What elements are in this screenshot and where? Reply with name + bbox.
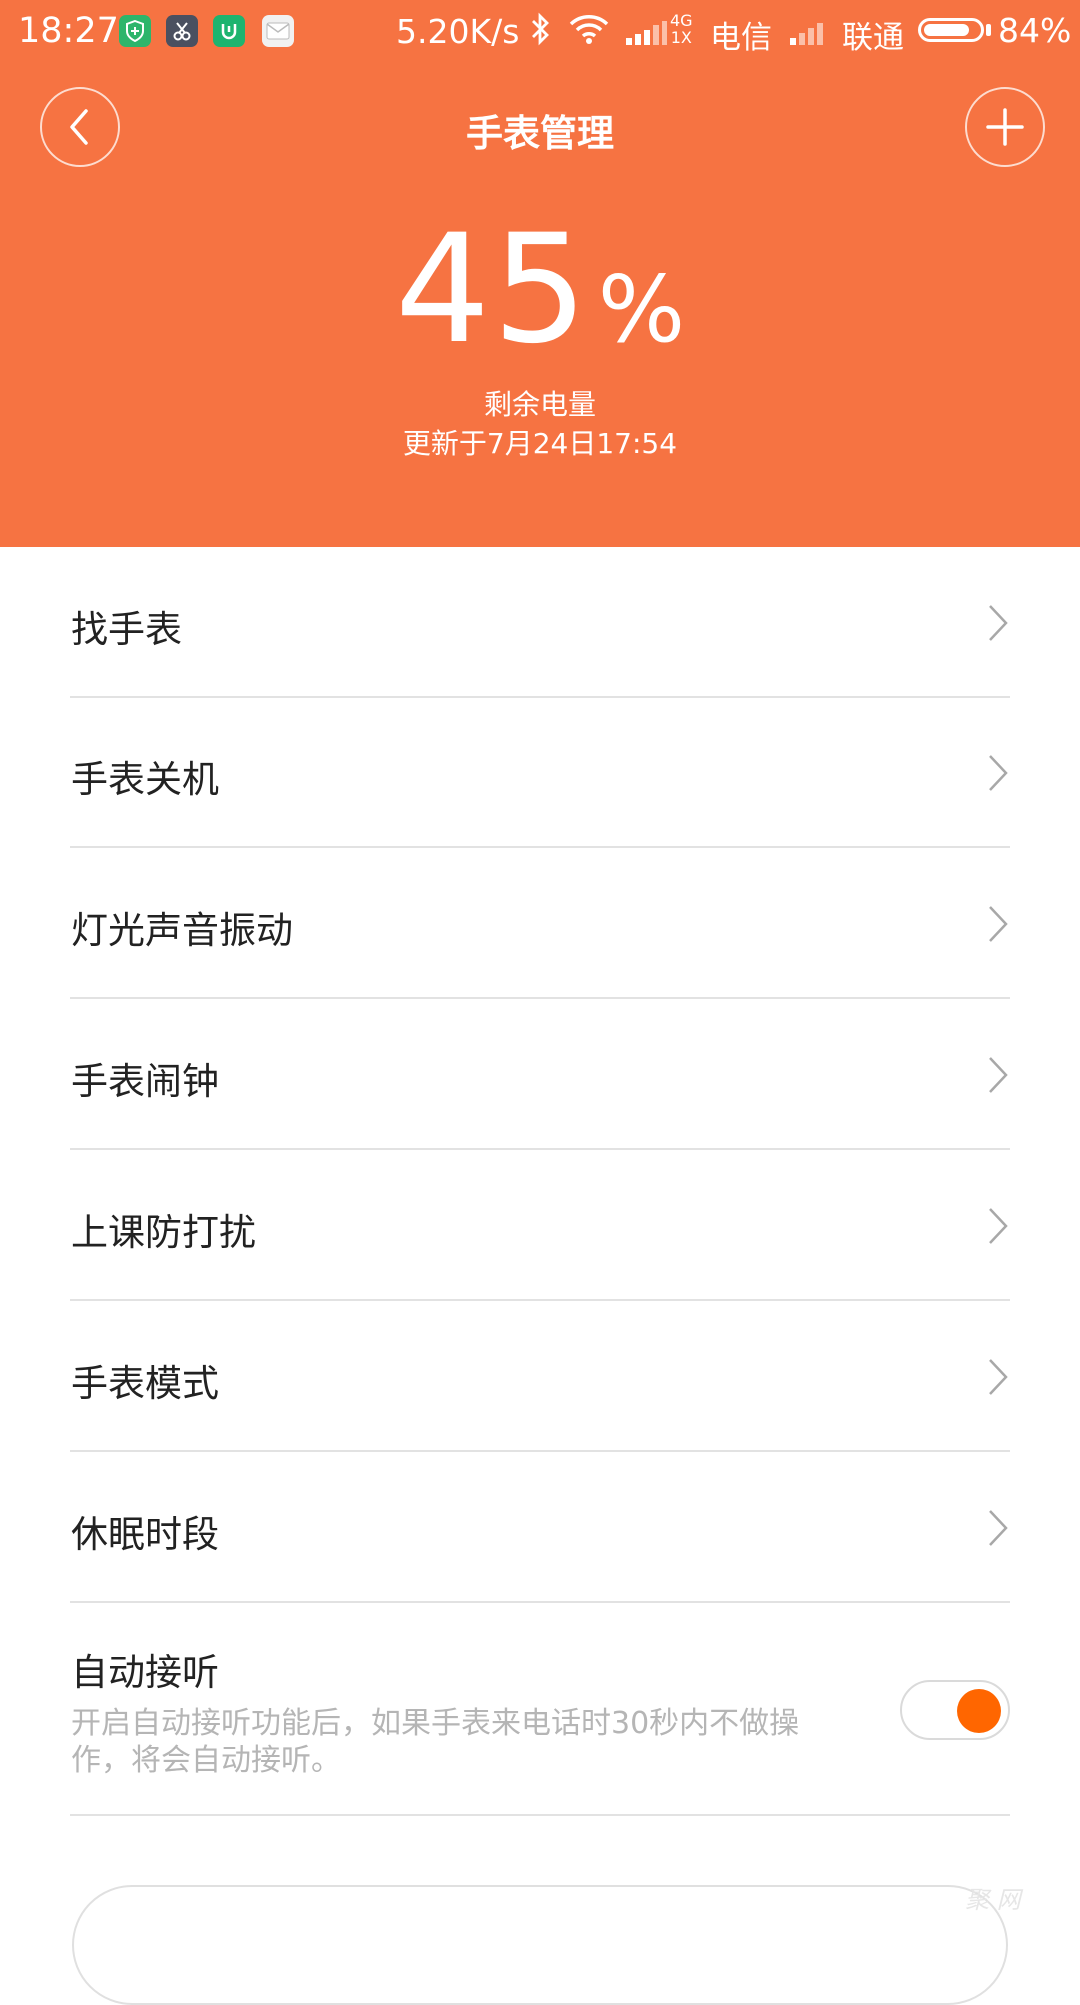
signal-icon — [788, 18, 828, 54]
battery-level-display: 45% — [0, 215, 1080, 365]
battery-tip — [986, 24, 991, 36]
menu-item-label: 灯光声音振动 — [71, 909, 293, 952]
toggle-knob — [957, 1689, 1001, 1733]
signal-icon — [624, 18, 668, 54]
network-type: 4G 1X — [670, 11, 693, 47]
header: 18:27 5.20K/s 4G 1X 电信 联通 84% 手表管理 45% 剩… — [0, 0, 1080, 547]
menu-item-label: 手表闹钟 — [71, 1060, 219, 1103]
auto-answer-setting: 自动接听 开启自动接听功能后，如果手表来电话时30秒内不做操作，将会自动接听。 — [70, 1605, 1010, 1816]
battery-value: 45 — [394, 203, 590, 377]
menu-item-find-watch[interactable]: 找手表 — [70, 548, 1010, 698]
carrier-telecom: 电信 — [710, 20, 772, 56]
menu-item-label: 手表模式 — [71, 1362, 219, 1405]
status-bar: 18:27 5.20K/s 4G 1X 电信 联通 84% — [0, 0, 1080, 60]
shield-app-icon — [119, 15, 151, 47]
chevron-right-icon — [989, 1359, 1008, 1395]
bottom-button[interactable] — [72, 1885, 1008, 2005]
auto-answer-label: 自动接听 — [71, 1651, 219, 1694]
bluetooth-icon — [528, 10, 552, 56]
mail-icon — [262, 15, 294, 47]
add-button[interactable] — [965, 87, 1045, 167]
scissors-app-icon — [166, 15, 198, 47]
menu-item-sleep-period[interactable]: 休眠时段 — [70, 1453, 1010, 1603]
battery-unit: % — [597, 256, 686, 363]
battery-percent: 84% — [998, 11, 1072, 50]
network-speed: 5.20K/s — [396, 12, 520, 51]
menu-item-class-dnd[interactable]: 上课防打扰 — [70, 1151, 1010, 1301]
watermark: 聚 网 — [965, 1886, 1021, 1914]
chevron-right-icon — [989, 1510, 1008, 1546]
battery-fill — [924, 24, 969, 36]
auto-answer-description: 开启自动接听功能后，如果手表来电话时30秒内不做操作，将会自动接听。 — [71, 1706, 800, 1778]
mi-app-icon — [213, 15, 245, 47]
status-time: 18:27 — [18, 11, 119, 51]
battery-label: 剩余电量 — [483, 388, 596, 421]
menu-item-alarm[interactable]: 手表闹钟 — [70, 1000, 1010, 1150]
menu-item-label: 上课防打扰 — [71, 1211, 256, 1254]
plus-icon — [986, 108, 1024, 146]
menu-item-label: 手表关机 — [71, 758, 219, 801]
chevron-right-icon — [989, 1057, 1008, 1093]
chevron-right-icon — [989, 906, 1008, 942]
wifi-icon — [568, 13, 610, 53]
auto-answer-toggle[interactable] — [900, 1680, 1010, 1740]
menu-item-light-sound-vibration[interactable]: 灯光声音振动 — [70, 849, 1010, 999]
chevron-right-icon — [989, 1208, 1008, 1244]
battery-icon — [918, 18, 984, 42]
menu-item-watch-mode[interactable]: 手表模式 — [70, 1302, 1010, 1452]
menu-item-power-off[interactable]: 手表关机 — [70, 698, 1010, 848]
chevron-right-icon — [989, 605, 1008, 641]
page-title: 手表管理 — [466, 112, 614, 155]
menu-item-label: 找手表 — [71, 608, 182, 651]
carrier-unicom: 联通 — [842, 20, 904, 56]
menu-item-label: 休眠时段 — [71, 1513, 219, 1556]
updated-time: 更新于7月24日17:54 — [402, 427, 678, 460]
chevron-right-icon — [989, 755, 1008, 791]
